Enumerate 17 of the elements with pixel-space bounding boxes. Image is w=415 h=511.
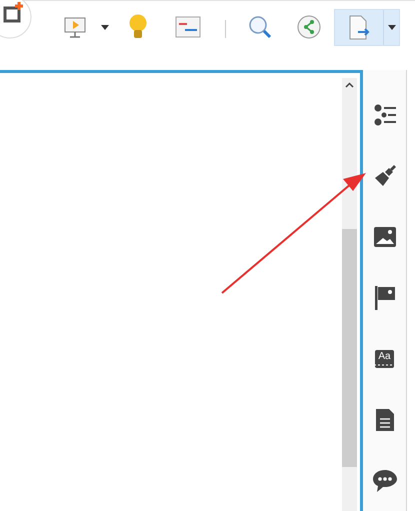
scrollbar[interactable] <box>342 78 357 511</box>
text-style-button[interactable]: Aa <box>363 328 406 389</box>
flag-icon <box>374 286 394 310</box>
search-button[interactable] <box>247 14 273 40</box>
caret-icon <box>388 25 396 30</box>
notes-button[interactable] <box>174 15 202 39</box>
presentation-button[interactable] <box>62 15 88 41</box>
paintbrush-icon <box>372 164 396 188</box>
document-icon <box>376 408 394 430</box>
lightbulb-button[interactable] <box>127 13 149 41</box>
comment-icon <box>372 468 398 492</box>
image-icon <box>374 226 396 246</box>
export-button[interactable] <box>334 9 400 46</box>
share-button[interactable] <box>296 14 322 40</box>
scrollbar-thumb[interactable] <box>342 229 357 467</box>
outline-icon <box>374 104 396 126</box>
scroll-up-icon[interactable] <box>345 82 354 88</box>
